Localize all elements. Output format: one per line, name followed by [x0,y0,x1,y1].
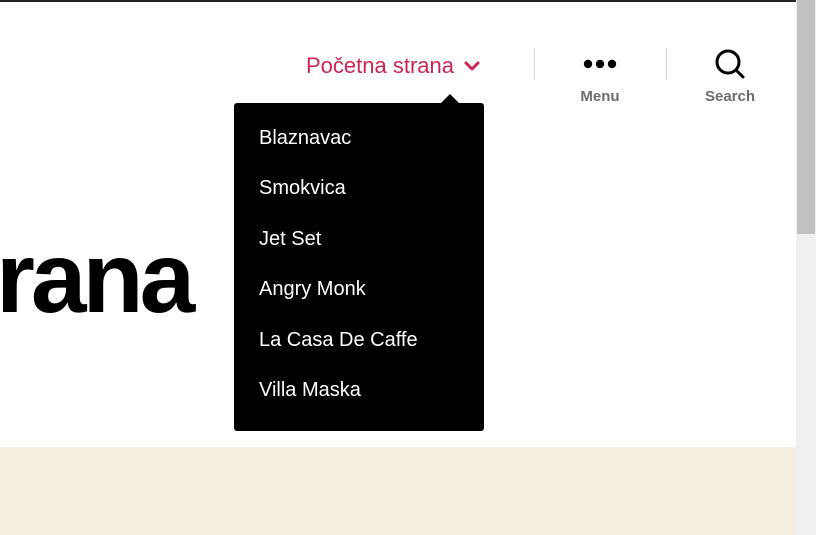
menu-toggle-button[interactable]: Menu [570,46,630,105]
vertical-scrollbar[interactable] [796,0,816,535]
search-toggle-button[interactable]: Search [700,46,760,105]
submenu-item-villa-maska[interactable]: Villa Maska [234,366,484,417]
submenu-list: Blaznavac Smokvica Jet Set Angry Monk La… [234,113,484,416]
search-toggle-label: Search [704,88,756,105]
chevron-down-icon [464,61,480,72]
page-title: rana [0,222,195,334]
submenu-item-la-casa-de-caffe[interactable]: La Casa De Caffe [234,315,484,366]
submenu-dropdown: Blaznavac Smokvica Jet Set Angry Monk La… [234,94,484,431]
submenu-item-angry-monk[interactable]: Angry Monk [234,265,484,316]
nav-item-pocetna-strana[interactable]: Početna strana [306,50,480,82]
nav-separator [534,48,535,80]
submenu-item-blaznavac[interactable]: Blaznavac [234,113,484,164]
ellipsis-icon [583,46,617,82]
scrollbar-thumb[interactable] [797,0,815,234]
submenu-item-jet-set[interactable]: Jet Set [234,214,484,265]
dropdown-caret [440,94,460,104]
nav-item-label: Početna strana [306,53,454,78]
hero-band [0,447,796,535]
search-icon [714,46,746,82]
submenu-item-smokvica[interactable]: Smokvica [234,164,484,215]
menu-toggle-label: Menu [580,88,620,105]
nav-separator [666,48,667,80]
